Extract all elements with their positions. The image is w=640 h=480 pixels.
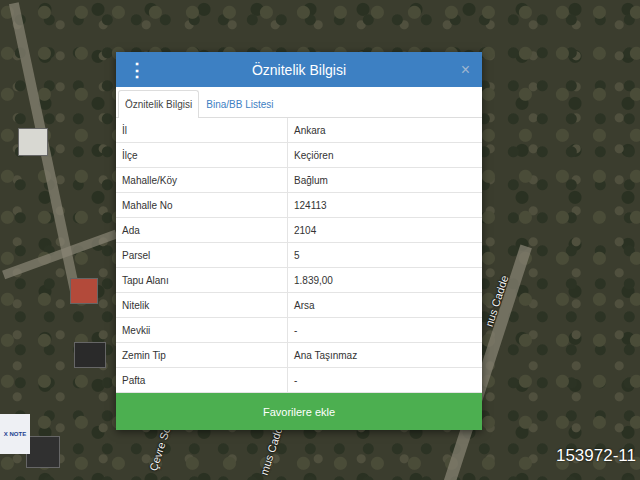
map-view[interactable]: Çevre Sokmus Caddnus CaddeX NOTE153972-1… bbox=[0, 0, 640, 480]
row-value: 124113 bbox=[288, 193, 482, 217]
building bbox=[70, 278, 98, 304]
row-value: 5 bbox=[288, 243, 482, 267]
row-label: Pafta bbox=[116, 368, 288, 392]
row-label: İl bbox=[116, 118, 288, 142]
row-label: Nitelik bbox=[116, 293, 288, 317]
table-row: Mahalle No124113 bbox=[116, 193, 482, 218]
table-row: Parsel5 bbox=[116, 243, 482, 268]
row-value: - bbox=[288, 318, 482, 342]
row-value: Ana Taşınmaz bbox=[288, 343, 482, 367]
logo-text: X NOTE bbox=[4, 431, 26, 437]
close-icon[interactable]: × bbox=[456, 61, 470, 79]
table-row: Tapu Alanı1.839,00 bbox=[116, 268, 482, 293]
table-row: Mahalle/KöyBağlum bbox=[116, 168, 482, 193]
row-label: Parsel bbox=[116, 243, 288, 267]
row-value: - bbox=[288, 368, 482, 392]
row-value: Ankara bbox=[288, 118, 482, 142]
building bbox=[26, 436, 60, 468]
building bbox=[18, 128, 48, 156]
attribute-table: İlAnkaraİlçeKeçiörenMahalle/KöyBağlumMah… bbox=[116, 118, 482, 393]
row-label: Mahalle No bbox=[116, 193, 288, 217]
row-label: İlçe bbox=[116, 143, 288, 167]
table-row: Zemin TipAna Taşınmaz bbox=[116, 343, 482, 368]
dialog-title: Öznitelik Bilgisi bbox=[142, 62, 456, 78]
row-label: Mahalle/Köy bbox=[116, 168, 288, 192]
street-label: mus Cadd bbox=[258, 425, 285, 476]
row-label: Tapu Alanı bbox=[116, 268, 288, 292]
tab[interactable]: Bina/BB Listesi bbox=[199, 90, 280, 118]
building bbox=[74, 342, 106, 368]
menu-icon[interactable]: ⋮ bbox=[128, 59, 142, 81]
row-value: Bağlum bbox=[288, 168, 482, 192]
dialog-header: ⋮Öznitelik Bilgisi× bbox=[116, 52, 482, 87]
watermark: 153972-11 bbox=[556, 446, 636, 466]
tab[interactable]: Öznitelik Bilgisi bbox=[118, 90, 199, 118]
table-row: Mevkii- bbox=[116, 318, 482, 343]
table-row: Ada2104 bbox=[116, 218, 482, 243]
tab-strip: Öznitelik BilgisiBina/BB Listesi bbox=[116, 87, 482, 118]
row-label: Mevkii bbox=[116, 318, 288, 342]
table-row: İlAnkara bbox=[116, 118, 482, 143]
row-value: 2104 bbox=[288, 218, 482, 242]
table-row: Pafta- bbox=[116, 368, 482, 393]
logo: X NOTE bbox=[0, 414, 30, 454]
row-label: Zemin Tip bbox=[116, 343, 288, 367]
table-row: NitelikArsa bbox=[116, 293, 482, 318]
row-value: Keçiören bbox=[288, 143, 482, 167]
row-value: 1.839,00 bbox=[288, 268, 482, 292]
add-favorite-button[interactable]: Favorilere ekle bbox=[116, 393, 482, 430]
table-row: İlçeKeçiören bbox=[116, 143, 482, 168]
attribute-dialog: ⋮Öznitelik Bilgisi×Öznitelik BilgisiBina… bbox=[116, 52, 482, 430]
row-value: Arsa bbox=[288, 293, 482, 317]
row-label: Ada bbox=[116, 218, 288, 242]
